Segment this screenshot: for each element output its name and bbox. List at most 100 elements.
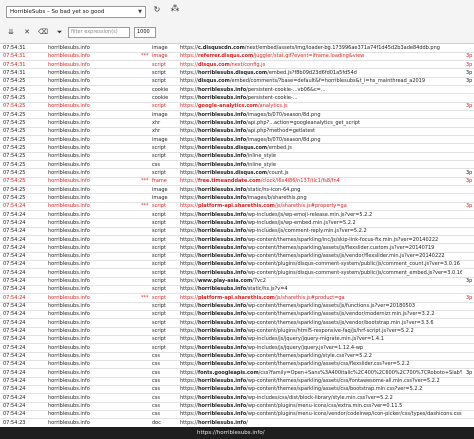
log-url-scheme: https:// xyxy=(180,186,198,193)
compact-view-icon[interactable]: ⇊ xyxy=(7,27,15,38)
log-row[interactable]: 07:54:23 horriblesubs.info doc https://horr… xyxy=(0,419,474,427)
log-time: 07:54:24 xyxy=(3,294,26,301)
log-url[interactable]: https://horriblesubs.info/wp-content/the… xyxy=(180,310,462,318)
log-context-domain: horriblesubs.info xyxy=(48,203,90,210)
log-url[interactable]: https://horriblesubs.info/ xyxy=(180,419,462,427)
log-url[interactable]: https://horriblesubs.info/wp-content/plu… xyxy=(180,269,462,277)
log-url[interactable]: https://horriblesubs.info/images/b/070/s… xyxy=(180,136,462,144)
log-url-host: horriblesubs.info xyxy=(197,361,247,368)
log-url[interactable]: https://horriblesubs.info/api.php?method… xyxy=(180,127,462,135)
log-party-tag: 3p xyxy=(466,369,473,376)
log-url[interactable]: https://platform-api.sharethis.com/js/sh… xyxy=(180,294,462,302)
log-url-host: horriblesubs.info xyxy=(197,111,247,118)
log-context-domain: horriblesubs.info xyxy=(48,178,90,185)
log-url[interactable]: https://horriblesubs.info/wp-includes/js… xyxy=(180,344,462,352)
log-url-host: horriblesubs.info xyxy=(197,86,247,93)
log-context-domain: horriblesubs.info xyxy=(48,419,90,426)
log-request-type: css xyxy=(152,161,160,168)
log-url[interactable]: https://horriblesubs.info/wp-includes/js… xyxy=(180,335,462,343)
log-url[interactable]: https://horriblesubs.disqus.com/count.js xyxy=(180,169,462,177)
log-url[interactable]: https://horriblesubs.info/wp-content/the… xyxy=(180,360,462,368)
log-url-scheme: https:// xyxy=(180,136,198,143)
log-url-path: /wp-content/plugins/menu-icons/vendor/co… xyxy=(246,411,462,418)
log-url-scheme: https:// xyxy=(180,303,198,310)
log-request-type: script xyxy=(152,336,166,343)
log-url[interactable]: https://horriblesubs.info/wp-includes/js… xyxy=(180,211,462,219)
clear-icon[interactable]: ✕ xyxy=(23,27,31,38)
log-url[interactable]: https://c.disquscdn.com/next/embed/asset… xyxy=(180,44,462,52)
log-url[interactable]: https://horriblesubs.info/persistent-coo… xyxy=(180,86,462,94)
log-time: 07:54:25 xyxy=(3,128,26,135)
log-url[interactable]: https://horriblesubs.info/wp-content/the… xyxy=(180,244,462,252)
log-url-scheme: https:// xyxy=(180,294,198,301)
log-url[interactable]: https://disqus.com/next/config.js xyxy=(180,61,462,69)
log-request-type: script xyxy=(152,311,166,318)
log-time: 07:54:25 xyxy=(3,169,26,176)
log-url[interactable]: https://horriblesubs.disqus.com/embed.js… xyxy=(180,69,462,77)
log-request-type: script xyxy=(152,319,166,326)
log-url[interactable]: https://horriblesubs.info/persistent-coo… xyxy=(180,94,462,102)
log-url-host: horriblesubs.info xyxy=(197,211,247,218)
log-url[interactable]: https://horriblesubs.disqus.com/embed.js xyxy=(180,144,462,152)
log-url-host: disqus.com xyxy=(197,61,230,68)
log-url[interactable]: https://horriblesubs.info/inline_style xyxy=(180,152,462,160)
log-url[interactable]: https://horriblesubs.info/images/b/share… xyxy=(180,194,462,202)
log-url-host: horriblesubs.info xyxy=(197,269,247,276)
log-url[interactable]: https://horriblesubs.info/static/hs.js?v… xyxy=(180,285,462,293)
log-url[interactable]: https://horriblesubs.info/wp-content/plu… xyxy=(180,402,462,410)
log-url[interactable]: https://horriblesubs.info/wp-includes/js… xyxy=(180,219,462,227)
log-time: 07:54:24 xyxy=(3,211,26,218)
log-request-type: script xyxy=(152,269,166,276)
log-time: 07:54:24 xyxy=(3,244,26,251)
log-url[interactable]: https://horriblesubs.info/wp-content/plu… xyxy=(180,410,462,418)
log-url-path: /7vc2 xyxy=(252,278,266,285)
log-url[interactable]: https://horriblesubs.info/wp-content/the… xyxy=(180,385,462,393)
log-url[interactable]: https://horriblesubs.info/wp-content/the… xyxy=(180,302,462,310)
log-url[interactable]: https://horriblesubs.info/wp-content/the… xyxy=(180,377,462,385)
log-request-type: cookie xyxy=(152,86,169,93)
log-time: 07:54:25 xyxy=(3,194,26,201)
log-url[interactable]: https://horriblesubs.info/wp-content/plu… xyxy=(180,260,462,268)
log-url-scheme: https:// xyxy=(180,353,198,360)
log-url-scheme: https:// xyxy=(180,53,198,60)
log-url[interactable]: https://horriblesubs.info/images/b/070/s… xyxy=(180,111,462,119)
log-url-path: / xyxy=(246,419,248,426)
log-url[interactable]: https://horriblesubs.info/wp-includes/js… xyxy=(180,227,462,235)
log-context-domain: horriblesubs.info xyxy=(48,369,90,376)
log-time: 07:54:24 xyxy=(3,319,26,326)
log-url[interactable]: https://horriblesubs.info/wp-includes/cs… xyxy=(180,394,462,402)
reload-icon[interactable]: ↻ xyxy=(152,5,162,17)
log-url-path: /wp-includes/js/wp-emoji-release.min.js?… xyxy=(246,211,373,218)
log-url-host: horriblesubs.info xyxy=(197,286,247,293)
log-url[interactable]: https://google-analytics.com/analytics.j… xyxy=(180,102,462,110)
log-url[interactable]: https://horriblesubs.info/api.php?...act… xyxy=(180,119,462,127)
log-url-scheme: https:// xyxy=(180,161,198,168)
filter-icon[interactable]: ⏷ xyxy=(55,27,64,38)
log-url-host: horriblesubs.info xyxy=(197,303,247,310)
log-time: 07:54:25 xyxy=(3,161,26,168)
more-icon[interactable]: ⁂ xyxy=(169,4,181,16)
log-url[interactable]: https://horriblesubs.info/wp-content/the… xyxy=(180,319,462,327)
eraser-icon[interactable]: ⌫ xyxy=(38,27,48,38)
log-url[interactable]: https://horriblesubs.info/wp-content/the… xyxy=(180,236,462,244)
log-url[interactable]: https://www.play-asia.com/7vc2 xyxy=(180,277,462,285)
log-url[interactable]: https://horriblesubs.info/wp-content/plu… xyxy=(180,327,462,335)
log-url[interactable]: https://free.timeanddate.com/clock/i6x4l… xyxy=(180,177,462,185)
log-url-scheme: https:// xyxy=(180,411,198,418)
log-url[interactable]: https://fonts.googleapis.com/css?family=… xyxy=(180,369,462,377)
log-url[interactable]: https://horriblesubs.info/inline_style xyxy=(180,161,462,169)
log-url-path: /css?family=Open+Sans%3A400italic%2C400%… xyxy=(258,369,462,376)
log-url-host: platform-api.sharethis.com xyxy=(197,203,275,210)
log-url[interactable]: https://horriblesubs.info/static/hs-icon… xyxy=(180,186,462,194)
log-url[interactable]: https://platform-api.sharethis.com/js/sh… xyxy=(180,202,462,210)
log-url-scheme: https:// xyxy=(180,86,198,93)
log-request-type: script xyxy=(152,261,166,268)
tab-selector[interactable]: HorribleSubs – So bad yet so good ▼ xyxy=(6,6,146,18)
log-url[interactable]: https://horriblesubs.info/wp-content/the… xyxy=(180,352,462,360)
log-url[interactable]: https://disqus.com/embed/comments/?base=… xyxy=(180,77,462,85)
log-context-domain: horriblesubs.info xyxy=(48,86,90,93)
log-url[interactable]: https://horriblesubs.info/wp-content/the… xyxy=(180,252,462,260)
log-url[interactable]: https://referrer.disqus.com/juggler/stat… xyxy=(180,52,462,60)
filter-input[interactable]: filter expression(s) xyxy=(68,27,130,38)
entry-limit-input[interactable]: 1000 xyxy=(134,27,156,38)
